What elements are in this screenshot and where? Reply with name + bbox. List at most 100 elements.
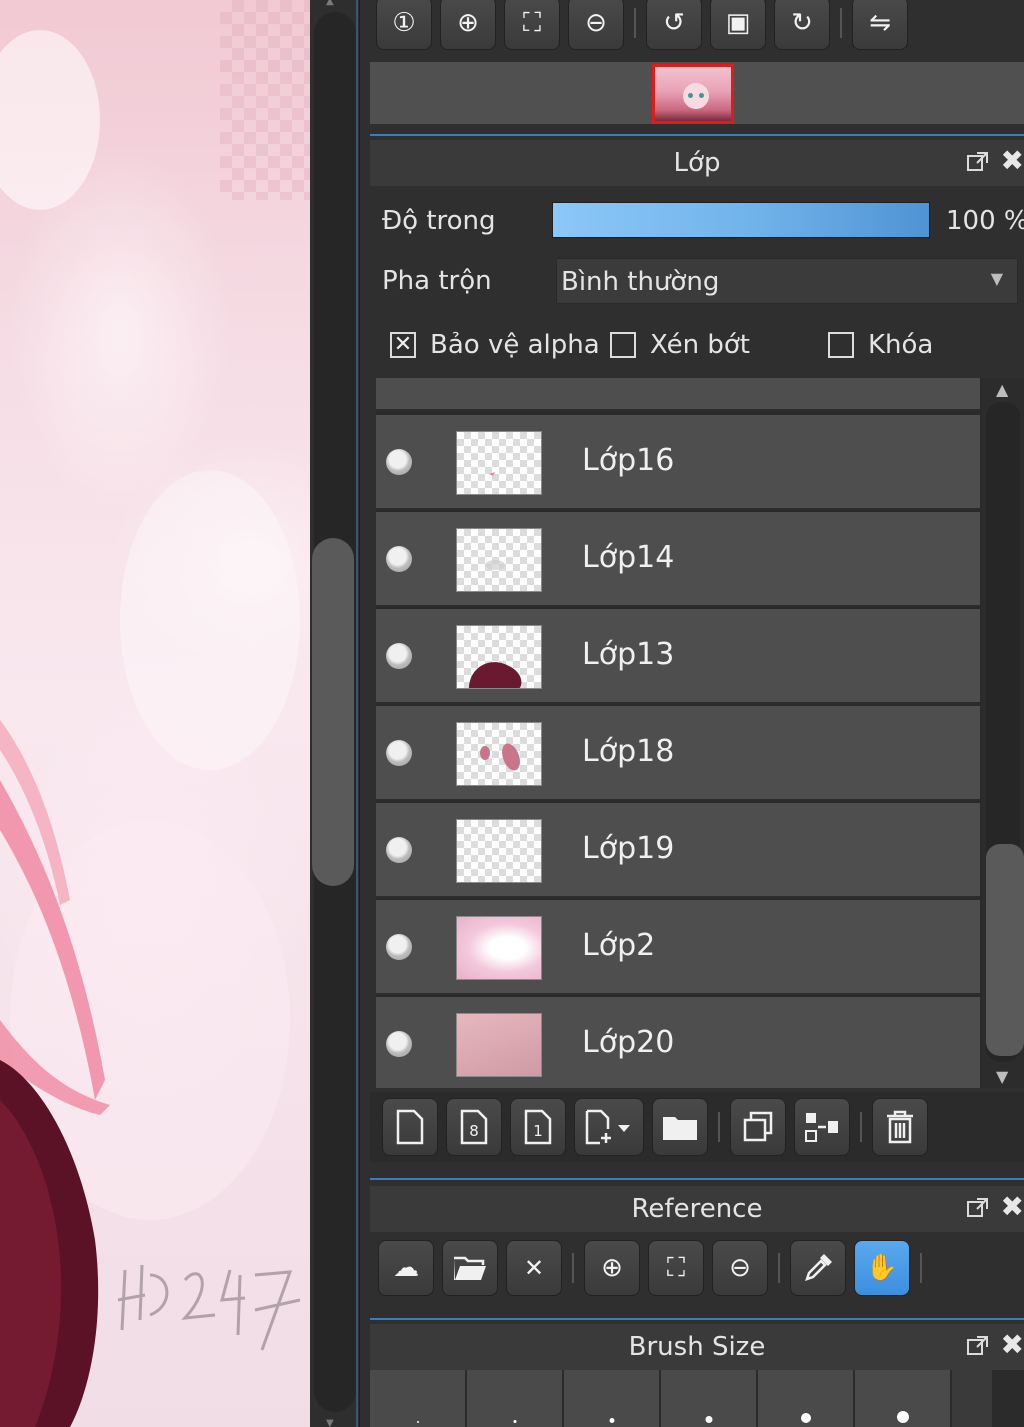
zoom-in-icon: ⊕	[457, 8, 479, 38]
scroll-down-icon[interactable]: ▼	[996, 1067, 1008, 1086]
canvas-vertical-scrollbar[interactable]: ▲ ▼	[310, 0, 360, 1427]
visibility-toggle-icon[interactable]	[386, 643, 412, 669]
visibility-toggle-icon[interactable]	[386, 740, 412, 766]
opacity-slider[interactable]	[552, 202, 930, 238]
layer-thumbnail	[456, 625, 542, 689]
chevron-down-icon: ▼	[990, 269, 1003, 288]
signature	[117, 1264, 301, 1351]
zoom-out-button[interactable]: ⊖	[568, 0, 624, 50]
popout-icon[interactable]	[966, 150, 990, 174]
eyedropper-icon	[805, 1254, 832, 1281]
close-icon[interactable]: ✖	[1001, 144, 1024, 177]
new-folder-button[interactable]	[652, 1098, 708, 1156]
navigator-viewport-thumbnail[interactable]	[652, 64, 734, 124]
layer-toolbar: 8 1	[370, 1092, 1024, 1162]
rotate-left-icon: ↺	[663, 8, 685, 38]
popout-icon[interactable]	[966, 1196, 990, 1220]
ref-fit-screen-button[interactable]: ⛶	[648, 1240, 704, 1296]
reset-view-button[interactable]: ▣	[710, 0, 766, 50]
open-folder-icon	[454, 1256, 486, 1280]
svg-text:1: 1	[533, 1122, 543, 1140]
visibility-toggle-icon[interactable]	[386, 934, 412, 960]
zoom-out-icon: ⊖	[729, 1253, 751, 1283]
layer-list-scrollbar[interactable]: ▲ ▼	[982, 378, 1024, 1088]
actual-size-button[interactable]: ①	[376, 0, 432, 50]
flip-horizontal-button[interactable]: ⇋	[852, 0, 908, 50]
layer-row[interactable]: Lớp2	[376, 900, 980, 995]
layer-thumbnail	[456, 722, 542, 786]
scroll-up-icon[interactable]: ▲	[326, 0, 334, 7]
layer-thumbnail	[456, 528, 542, 592]
layer-name: Lớp2	[582, 928, 656, 963]
actual-size-icon: ①	[392, 8, 416, 38]
layer-name: Lớp20	[582, 1025, 675, 1060]
visibility-toggle-icon[interactable]	[386, 449, 412, 475]
duplicate-layer-button[interactable]	[730, 1098, 786, 1156]
layer-thumbnail	[456, 916, 542, 980]
scrollbar-thumb[interactable]	[312, 538, 354, 886]
layer-row[interactable]: Lớp14	[376, 512, 980, 607]
close-icon[interactable]: ✖	[1001, 1190, 1024, 1223]
layer-row[interactable]: Lớp18	[376, 706, 980, 801]
protect-alpha-checkbox[interactable]: ✕ Bảo vệ alpha	[390, 330, 600, 360]
eyedropper-button[interactable]	[790, 1240, 846, 1296]
layer-row[interactable]: Lớp20	[376, 997, 980, 1088]
zoom-in-icon: ⊕	[601, 1253, 623, 1283]
new-layer-button[interactable]	[382, 1098, 438, 1156]
rotate-left-button[interactable]: ↺	[646, 0, 702, 50]
new-8bit-layer-icon: 8	[460, 1109, 488, 1145]
merge-down-button[interactable]	[794, 1098, 850, 1156]
scrollbar-thumb[interactable]	[986, 844, 1024, 1056]
brush-size-cell[interactable]	[370, 1370, 465, 1427]
checkbox-checked-icon: ✕	[390, 332, 416, 358]
visibility-toggle-icon[interactable]	[386, 546, 412, 572]
layer-name: Lớp18	[582, 734, 675, 769]
thumbnail-face	[683, 83, 709, 109]
blend-label: Pha trộn	[382, 266, 492, 296]
close-icon[interactable]: ✖	[1001, 1328, 1024, 1361]
fit-screen-button[interactable]: ⛶	[504, 0, 560, 50]
brush-size-scrollbar[interactable]	[952, 1370, 992, 1427]
ref-zoom-in-button[interactable]: ⊕	[584, 1240, 640, 1296]
lock-label: Khóa	[868, 330, 934, 360]
checkbox-unchecked-icon	[610, 332, 636, 358]
clipping-checkbox[interactable]: Xén bớt	[610, 330, 750, 360]
new-1bit-layer-button[interactable]: 1	[510, 1098, 566, 1156]
hand-tool-button[interactable]: ✋	[854, 1240, 910, 1296]
visibility-toggle-icon[interactable]	[386, 837, 412, 863]
close-reference-button[interactable]: ✕	[506, 1240, 562, 1296]
layer-name: Lớp13	[582, 637, 675, 672]
blend-mode-select[interactable]: Bình thường ▼	[556, 258, 1018, 304]
layer-row[interactable]: Lớp16	[376, 415, 980, 510]
add-layer-menu-button[interactable]	[574, 1098, 644, 1156]
brush-size-cell[interactable]	[564, 1370, 659, 1427]
open-file-button[interactable]	[442, 1240, 498, 1296]
layer-row[interactable]	[376, 378, 980, 411]
drawing-canvas[interactable]	[0, 0, 310, 1427]
ref-zoom-out-button[interactable]: ⊖	[712, 1240, 768, 1296]
reset-view-icon: ▣	[725, 8, 751, 38]
visibility-toggle-icon[interactable]	[386, 1031, 412, 1057]
layer-row[interactable]: Lớp13	[376, 609, 980, 704]
brush-size-panel-title: Brush Size	[628, 1332, 766, 1362]
brush-size-cell[interactable]	[467, 1370, 562, 1427]
brush-size-cell[interactable]	[758, 1370, 853, 1427]
brush-size-cell[interactable]	[661, 1370, 756, 1427]
svg-text:8: 8	[469, 1122, 479, 1140]
rotate-right-button[interactable]: ↻	[774, 0, 830, 50]
brush-size-cell[interactable]	[855, 1370, 950, 1427]
panel-divider	[370, 1318, 1024, 1320]
load-from-cloud-button[interactable]: ☁	[378, 1240, 434, 1296]
scroll-down-icon[interactable]: ▼	[326, 1418, 334, 1427]
rotate-right-icon: ↻	[791, 8, 813, 38]
zoom-in-button[interactable]: ⊕	[440, 0, 496, 50]
layer-row[interactable]: Lớp19	[376, 803, 980, 898]
new-8bit-layer-button[interactable]: 8	[446, 1098, 502, 1156]
scroll-up-icon[interactable]: ▲	[996, 380, 1008, 399]
navigator-preview	[370, 62, 1024, 124]
popout-icon[interactable]	[966, 1334, 990, 1358]
delete-layer-button[interactable]	[872, 1098, 928, 1156]
lock-checkbox[interactable]: Khóa	[828, 330, 933, 360]
brush-size-dot	[513, 1420, 516, 1423]
blend-mode-value: Bình thường	[561, 267, 720, 297]
